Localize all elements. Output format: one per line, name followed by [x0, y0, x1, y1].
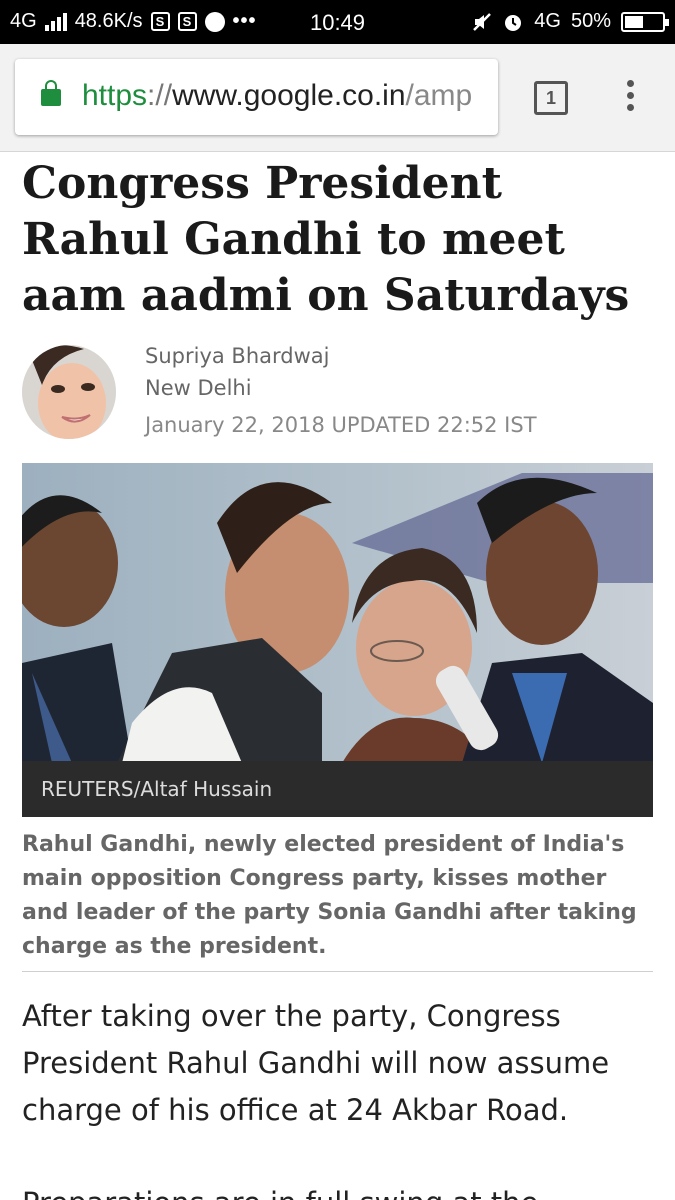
photo-credit: REUTERS/Altaf Hussain: [22, 761, 653, 817]
status-bar: 4G 48.6K/s S S ••• 10:49 4G 50%: [0, 0, 675, 44]
url-host: www.google.co.in: [172, 79, 406, 112]
tab-switcher-icon[interactable]: 1: [534, 81, 568, 115]
article-paragraph: After taking over the party, Congress Pr…: [22, 999, 610, 1127]
battery-icon: [621, 11, 669, 32]
article-photo[interactable]: REUTERS/Altaf Hussain: [22, 463, 653, 817]
url-separator: ://: [147, 79, 173, 112]
alarm-icon: [505, 14, 522, 31]
article-paragraph: Preparations are in full swing at the: [22, 1180, 653, 1200]
article-headline: Congress President Rahul Gandhi to meet …: [22, 158, 630, 321]
article-date: January 22, 2018 UPDATED 22:52 IST: [145, 413, 537, 437]
battery-percent: 50%: [570, 10, 611, 32]
author-name[interactable]: Supriya Bhardwaj: [145, 344, 329, 368]
battery-fill: [625, 15, 643, 28]
url-path: /amp: [405, 79, 473, 112]
overflow-menu-icon[interactable]: [620, 80, 640, 116]
network-type-right: 4G: [534, 10, 561, 32]
photo-caption: Rahul Gandhi, newly elected president of…: [22, 832, 637, 959]
divider: [22, 971, 653, 972]
lock-icon: [41, 80, 61, 106]
status-right: 4G 50%: [472, 10, 669, 33]
author-location: New Delhi: [145, 376, 252, 400]
browser-toolbar: https://www.google.co.in/amp 1: [0, 44, 675, 152]
url-scheme: https: [82, 79, 148, 112]
mute-icon: [473, 12, 492, 31]
url-bar[interactable]: https://www.google.co.in/amp: [15, 59, 498, 135]
avatar-image: [22, 345, 116, 439]
author-avatar[interactable]: [22, 345, 116, 439]
url-text: https://www.google.co.in/amp: [82, 79, 472, 113]
